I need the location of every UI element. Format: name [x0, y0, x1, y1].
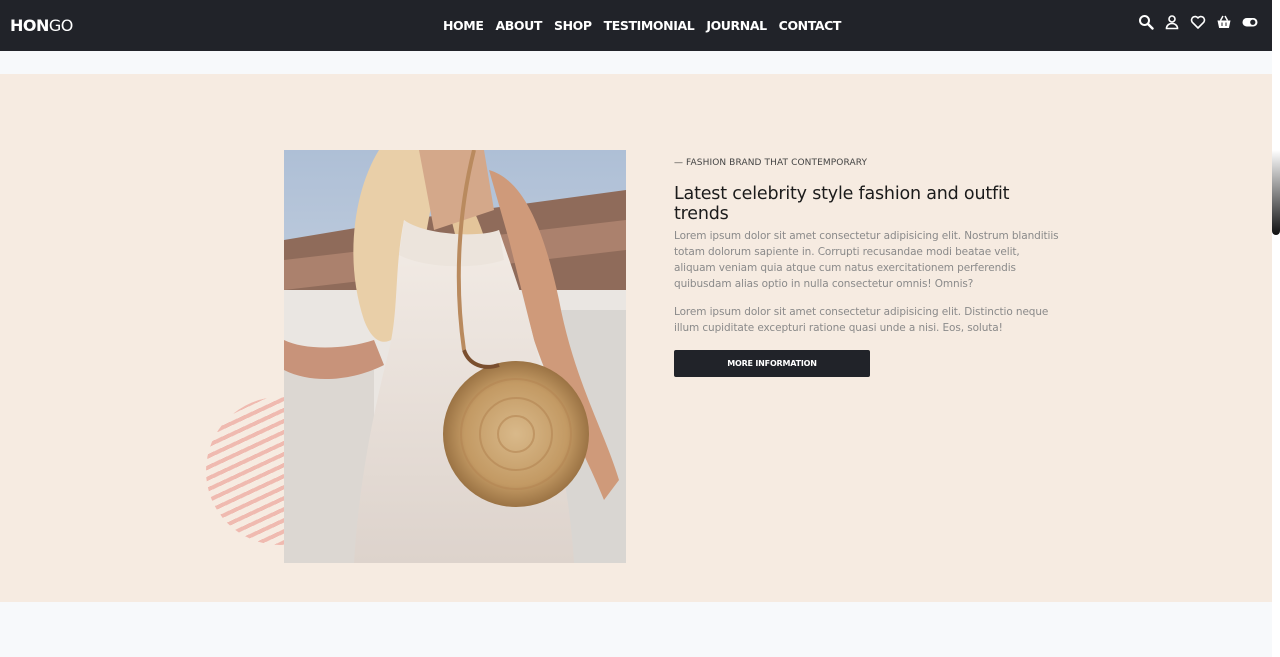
- hero-tagline: — FASHION BRAND THAT CONTEMPORARY: [674, 158, 868, 168]
- hero-section: [0, 74, 1272, 602]
- nav-link-home[interactable]: HOME: [443, 18, 484, 34]
- main-menu: HOME ABOUT SHOP TESTIMONIAL JOURNAL CONT…: [443, 18, 841, 34]
- nav-link-shop[interactable]: SHOP: [554, 18, 592, 34]
- search-icon[interactable]: [1138, 14, 1154, 30]
- logo-thin-part: GO: [48, 16, 74, 35]
- hero-content: — FASHION BRAND THAT CONTEMPORARY Latest…: [674, 158, 1064, 377]
- basket-icon[interactable]: [1216, 14, 1232, 30]
- toggle-icon[interactable]: [1242, 14, 1258, 30]
- logo-bold-part: HON: [10, 16, 49, 35]
- nav-link-testimonial[interactable]: TESTIMONIAL: [604, 18, 695, 34]
- user-icon[interactable]: [1164, 14, 1180, 30]
- nav-link-about[interactable]: ABOUT: [495, 18, 542, 34]
- hero-paragraph-2: Lorem ipsum dolor sit amet consectetur a…: [674, 306, 1049, 334]
- more-information-button[interactable]: MORE INFORMATION: [674, 350, 870, 377]
- top-navbar: HONGO HOME ABOUT SHOP TESTIMONIAL JOURNA…: [0, 0, 1272, 51]
- scrollbar-thumb[interactable]: [1272, 150, 1280, 235]
- hero-headline: Latest celebrity style fashion and outfi…: [674, 184, 1010, 224]
- fashion-model-photo: [284, 150, 626, 563]
- header-icons: [1138, 14, 1258, 30]
- nav-link-contact[interactable]: CONTACT: [779, 18, 842, 34]
- page-scrollbar[interactable]: [1272, 0, 1280, 657]
- hero-paragraph-1: Lorem ipsum dolor sit amet consectetur a…: [674, 230, 1059, 290]
- heart-icon[interactable]: [1190, 14, 1206, 30]
- nav-link-journal[interactable]: JOURNAL: [706, 18, 767, 34]
- site-logo[interactable]: HONGO: [10, 16, 73, 35]
